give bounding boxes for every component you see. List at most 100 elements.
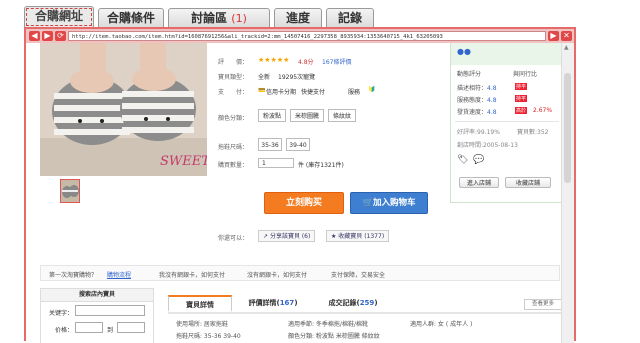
tab-label: 評價詳情	[248, 299, 277, 307]
service-label: 服務	[348, 89, 361, 96]
close-icon[interactable]: ✕	[561, 31, 572, 41]
items-count: 寶貝數:352	[517, 129, 549, 136]
ship-score-row: 發貨速度：4.8	[457, 107, 497, 116]
tab-transaction-records[interactable]: 成交記錄(259)	[318, 295, 388, 312]
desc-score: 4.8	[487, 85, 497, 92]
product-thumbnail[interactable]	[60, 179, 80, 203]
share-icon: ↗	[263, 233, 270, 240]
tab-discussion[interactable]: 討論區 (1)	[168, 8, 270, 27]
score-title: 動態評分	[457, 71, 482, 78]
tab-label: 寶貝詳情	[186, 301, 214, 309]
tab-label: 合購條件	[106, 11, 155, 25]
buy-help-link[interactable]: 購物流程	[107, 270, 131, 279]
color-option[interactable]: 粉波點	[258, 109, 286, 122]
seller-panel-header: ●●	[451, 43, 562, 65]
shop-search-panel: 搜索店內寶貝 关键字： 价格： 到	[40, 288, 154, 343]
seller-badge-icon: 🏷	[457, 155, 469, 165]
service-score-row: 服務態度：4.8	[457, 95, 497, 104]
quantity-input[interactable]: 1	[258, 158, 294, 168]
rating-score: 4.8分	[298, 59, 314, 66]
attr-season: 適用季節: 冬季棉拖/棉鞋/棉靴	[288, 321, 368, 328]
review-count-link[interactable]: 167條評價	[322, 57, 351, 66]
keyword-label: 关键字：	[49, 310, 74, 317]
buy-now-button[interactable]: 立刻购买	[264, 192, 344, 214]
good-rate: 好評率:99.19%	[457, 129, 500, 136]
tab-item-details[interactable]: 寶貝詳情	[168, 295, 232, 312]
color-option[interactable]: 條紋紋	[328, 109, 356, 122]
tab-group-buy-url[interactable]: 合購網址	[24, 6, 94, 28]
chat-icon[interactable]: 💬	[473, 155, 484, 165]
color-option[interactable]: 米棕圖騰	[290, 109, 324, 122]
keyword-input[interactable]	[75, 305, 145, 316]
price-max-input[interactable]	[117, 322, 145, 333]
go-arrow-icon[interactable]: ▶	[548, 31, 559, 41]
attr-use-place: 使用場所: 居家拖鞋	[176, 321, 228, 328]
embedded-browser: ◀ ▶ ⟳ http://item.taobao.com/item.htm?id…	[24, 27, 576, 343]
collect-shop-button[interactable]: 收藏店鋪	[505, 177, 551, 188]
transaction-count: 259	[359, 299, 375, 307]
size-option[interactable]: 35-36	[258, 138, 282, 151]
detail-tabs: 寶貝詳情 評價詳情(167) 成交記錄(259) 查看更多	[168, 295, 562, 314]
size-label: 拖鞋尺碼：	[218, 144, 249, 151]
scroll-up-icon[interactable]: ▲	[564, 44, 569, 51]
tab-bar: 合購網址 合購條件 討論區 (1) 進度 記錄	[0, 0, 640, 28]
payment-credit: 信用卡分期	[266, 89, 297, 96]
no-card-link[interactable]: 我沒有網銀卡，如何支付	[159, 270, 225, 279]
ship-score: 4.8	[487, 109, 497, 116]
share-button[interactable]: ↗ 分享該寶貝 (6)	[258, 230, 316, 242]
service-score: 4.8	[487, 97, 497, 104]
payment-fast: 快捷支付	[301, 89, 326, 96]
url-field[interactable]: http://item.taobao.com/item.htm?id=16087…	[68, 31, 546, 41]
first-time-text: 第一次淘寶購物？	[49, 272, 98, 279]
tab-progress[interactable]: 進度	[274, 8, 322, 27]
page-content: SWEET 評 價： ★★★★★ 4.8分 167條評價 寶貝類型： 全新 19…	[26, 43, 562, 343]
tab-label: 進度	[285, 11, 310, 25]
ship-compare: 2.67%	[533, 107, 553, 114]
back-arrow-icon[interactable]: ◀	[29, 31, 40, 41]
service-tag: 持平	[515, 95, 528, 102]
tab-label: 記錄	[337, 11, 362, 25]
type-value: 全新	[258, 74, 271, 81]
tab-label: 合購網址	[34, 9, 83, 23]
tab-group-buy-conditions[interactable]: 合購條件	[98, 8, 164, 27]
price-to-label: 到	[107, 327, 114, 334]
credit-card-icon: 💳	[258, 87, 266, 94]
desc-label: 描述相符：	[457, 85, 488, 92]
share-label: 分享該寶貝 (6)	[269, 233, 311, 240]
discussion-count-badge: (1)	[231, 12, 247, 25]
badge-icon: ●●	[457, 47, 471, 56]
scrollbar-thumb[interactable]	[564, 73, 571, 183]
size-option[interactable]: 39-40	[286, 138, 310, 151]
transaction-link[interactable]: 支付保障，交易安全	[331, 270, 385, 279]
maybe-label: 你還可以：	[218, 235, 249, 242]
more-details-button[interactable]: 查看更多	[524, 299, 562, 310]
rating-label: 評 價：	[218, 59, 249, 66]
type-label: 寶貝類型：	[218, 74, 249, 81]
attr-colors: 顏色分類: 粉波點 米棕圖騰 條紋紋	[288, 333, 380, 340]
product-image[interactable]: SWEET	[40, 43, 207, 176]
price-min-input[interactable]	[75, 322, 103, 333]
forward-arrow-icon[interactable]: ▶	[42, 31, 53, 41]
tab-label: 討論區	[191, 11, 228, 25]
collect-item-button[interactable]: ★ 收藏寶貝 (1377)	[326, 230, 390, 242]
shop-search-title: 搜索店內寶貝	[41, 289, 153, 302]
tab-records[interactable]: 記錄	[326, 8, 374, 27]
service-score-label: 服務態度：	[457, 97, 488, 104]
image-caption: SWEET	[160, 154, 207, 169]
desc-tag: 持平	[515, 83, 528, 90]
no-card-link-2[interactable]: 沒有網銀卡，如何支付	[247, 270, 307, 279]
color-label: 顏色分類：	[218, 115, 249, 122]
add-to-cart-button[interactable]: 🛒加入购物车	[350, 192, 428, 214]
stock-text: 件 (庫存1321件)	[298, 162, 344, 169]
view-count: 19295次寵覽	[278, 74, 316, 81]
tab-review-details[interactable]: 評價詳情(167)	[238, 295, 308, 312]
seller-panel: ●● 動態評分 與同行比 描述相符：4.8 持平 服務態度：4.8 持平 發貨速…	[450, 43, 562, 203]
enter-shop-button[interactable]: 進入店鋪	[459, 177, 499, 188]
quantity-label: 購買數量：	[218, 162, 249, 169]
compare-title: 與同行比	[513, 71, 538, 78]
vertical-scrollbar[interactable]: ▲	[561, 43, 574, 343]
shop-created: 創店時間:2005-08-13	[457, 142, 518, 149]
review-count: 167	[279, 299, 295, 307]
refresh-icon[interactable]: ⟳	[55, 31, 66, 41]
rating-stars-icon: ★★★★★	[258, 56, 290, 64]
